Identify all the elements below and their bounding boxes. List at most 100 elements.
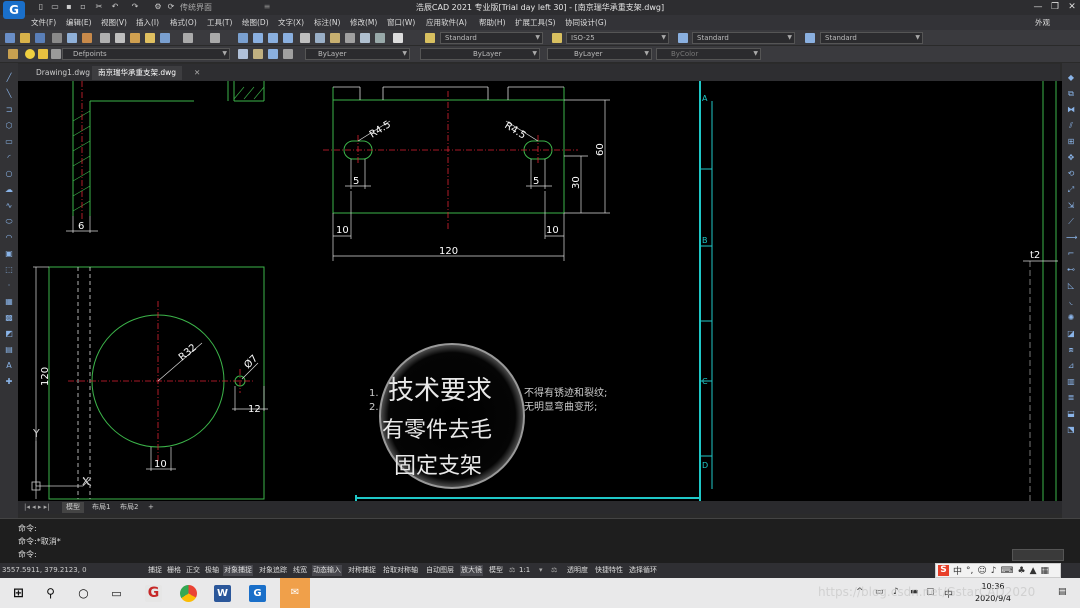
tab-nav-arrows-icon[interactable]: |◂ ◂ ▸ ▸|	[20, 502, 53, 513]
polar-toggle[interactable]: 极轴	[204, 565, 220, 576]
rotate-icon[interactable]: ⟲	[1066, 169, 1076, 178]
menu-window[interactable]: 窗口(W)	[387, 15, 415, 30]
lineweight-toggle[interactable]: 线宽	[292, 565, 308, 576]
new-icon[interactable]	[5, 33, 15, 43]
layer-combo[interactable]: Defpoints ▼	[62, 48, 230, 60]
ime-skin-icon[interactable]: ♣	[1018, 566, 1026, 576]
copy-icon[interactable]	[115, 33, 125, 43]
ime-punctuation-icon[interactable]: °,	[966, 566, 973, 576]
menu-draw[interactable]: 绘图(D)	[242, 15, 269, 30]
dim-style-combo[interactable]: ISO-25 ▼	[566, 32, 669, 44]
selection-cycling-toggle[interactable]: 选择循环	[628, 565, 658, 576]
break-icon[interactable]: ⌐	[1066, 249, 1076, 258]
auto-layer-toggle[interactable]: 自动图层	[425, 565, 455, 576]
markup-icon[interactable]	[360, 33, 370, 43]
properties-icon[interactable]	[300, 33, 310, 43]
symmetric-snap-toggle[interactable]: 对称捕捉	[347, 565, 377, 576]
menu-edit[interactable]: 编辑(E)	[66, 15, 92, 30]
polygon-icon[interactable]: ⬡	[4, 121, 14, 130]
magnifier-toggle[interactable]: 放大镜	[460, 565, 483, 576]
menu-help[interactable]: 帮助(H)	[479, 15, 506, 30]
minimize-icon[interactable]: —	[1030, 0, 1046, 15]
gstar-app-icon[interactable]: G	[145, 585, 162, 602]
open-icon[interactable]	[20, 33, 30, 43]
preview-icon[interactable]	[67, 33, 77, 43]
bulb-icon[interactable]	[25, 49, 35, 59]
layer-states-icon[interactable]	[268, 49, 278, 59]
ortho-toggle[interactable]: 正交	[185, 565, 201, 576]
layer-previous-icon[interactable]	[253, 49, 263, 59]
chrome-icon[interactable]	[180, 585, 197, 602]
tab-add-layout[interactable]: +	[144, 502, 158, 513]
hatch-icon[interactable]: ▦	[4, 297, 14, 306]
lineweight-combo[interactable]: ByLayer ▼	[547, 48, 652, 60]
menu-ext-tools[interactable]: 扩展工具(S)	[515, 15, 556, 30]
array-icon[interactable]: ⊞	[1066, 137, 1076, 146]
menu-view[interactable]: 视图(V)	[101, 15, 127, 30]
menu-modify[interactable]: 修改(M)	[350, 15, 377, 30]
spline-icon[interactable]: ∿	[4, 201, 14, 210]
design-center-icon[interactable]	[315, 33, 325, 43]
redo-icon[interactable]	[210, 33, 220, 43]
mtext-icon[interactable]: A	[4, 361, 14, 370]
layer-panel-icon[interactable]: ≣	[1066, 393, 1076, 402]
draw-order-icon[interactable]: ◪	[1066, 329, 1076, 338]
annotation-scale[interactable]: 1:1	[518, 565, 531, 576]
transparency-toggle[interactable]: 透明度	[566, 565, 589, 576]
zoom-window-icon[interactable]	[268, 33, 278, 43]
sogou-logo-icon[interactable]: S	[938, 565, 949, 576]
erase-icon[interactable]: ◆	[1066, 73, 1076, 82]
ellipse-icon[interactable]: ⬭	[4, 217, 14, 226]
line-icon[interactable]: ╱	[4, 73, 14, 82]
pan-icon[interactable]	[238, 33, 248, 43]
fillet-icon[interactable]: ◟	[1066, 297, 1076, 306]
tab-active-drawing[interactable]: 南京瑞华承重支架.dwg	[92, 66, 183, 80]
tab-model[interactable]: 模型	[62, 502, 84, 513]
mirror-icon[interactable]: ⧓	[1066, 105, 1076, 114]
circle-icon[interactable]: ○	[4, 169, 14, 178]
add-selected-icon[interactable]: ✚	[4, 377, 14, 386]
match-prop-icon[interactable]	[145, 33, 155, 43]
grid-toggle[interactable]: 栅格	[166, 565, 182, 576]
block-panel-icon[interactable]: ⬓	[1066, 409, 1076, 418]
tab-drawing1[interactable]: Drawing1.dwg	[30, 66, 96, 80]
close-icon[interactable]: ✕	[1064, 0, 1080, 15]
polyline-icon[interactable]: ⊐	[4, 105, 14, 114]
restore-icon[interactable]: ❐	[1047, 0, 1063, 15]
task-view-icon[interactable]: ▭	[108, 585, 125, 602]
quick-properties-toggle[interactable]: 快捷特性	[594, 565, 624, 576]
chamfer-icon[interactable]: ◺	[1066, 281, 1076, 290]
model-toggle[interactable]: 模型	[488, 565, 504, 576]
menu-text[interactable]: 文字(X)	[278, 15, 304, 30]
appearance-menu[interactable]: 外观	[1035, 15, 1050, 30]
dim-style-icon[interactable]	[552, 33, 562, 43]
arc-icon[interactable]: ◜	[4, 153, 14, 162]
menu-format[interactable]: 格式(O)	[170, 15, 197, 30]
menu-insert[interactable]: 插入(I)	[136, 15, 159, 30]
join-icon[interactable]: ⊷	[1066, 265, 1076, 274]
move-icon[interactable]: ✥	[1066, 153, 1076, 162]
make-block-icon[interactable]: ⬚	[4, 265, 14, 274]
windows-start-icon[interactable]: ⊞	[10, 585, 27, 602]
layer-manager-icon[interactable]	[8, 49, 18, 59]
snap-toggle[interactable]: 捕捉	[147, 565, 163, 576]
group-icon[interactable]: ⧈	[1066, 345, 1076, 354]
zoom-previous-icon[interactable]	[283, 33, 293, 43]
menu-collab[interactable]: 协同设计(G)	[565, 15, 607, 30]
ime-voice-icon[interactable]: ♪	[991, 566, 997, 576]
scale-icon[interactable]: ⤢	[1066, 185, 1076, 194]
osnap-toggle[interactable]: 对象捕捉	[223, 565, 253, 576]
trim-icon[interactable]: ⟋	[1066, 217, 1076, 226]
dynamic-input-toggle[interactable]: 动态输入	[312, 565, 342, 576]
gradient-icon[interactable]: ▩	[4, 313, 14, 322]
app-logo[interactable]: G	[3, 1, 25, 19]
block-icon[interactable]	[160, 33, 170, 43]
extend-icon[interactable]: ⟶	[1066, 233, 1077, 242]
annotation-visibility-icon[interactable]: ⚖	[550, 565, 558, 576]
sheet-set-icon[interactable]	[345, 33, 355, 43]
scale-dropdown-icon[interactable]: ▾	[538, 565, 544, 576]
sun-icon[interactable]	[38, 49, 48, 59]
print-icon[interactable]	[52, 33, 62, 43]
offset-icon[interactable]: ⫽	[1066, 121, 1076, 130]
region-icon[interactable]: ◩	[4, 329, 14, 338]
